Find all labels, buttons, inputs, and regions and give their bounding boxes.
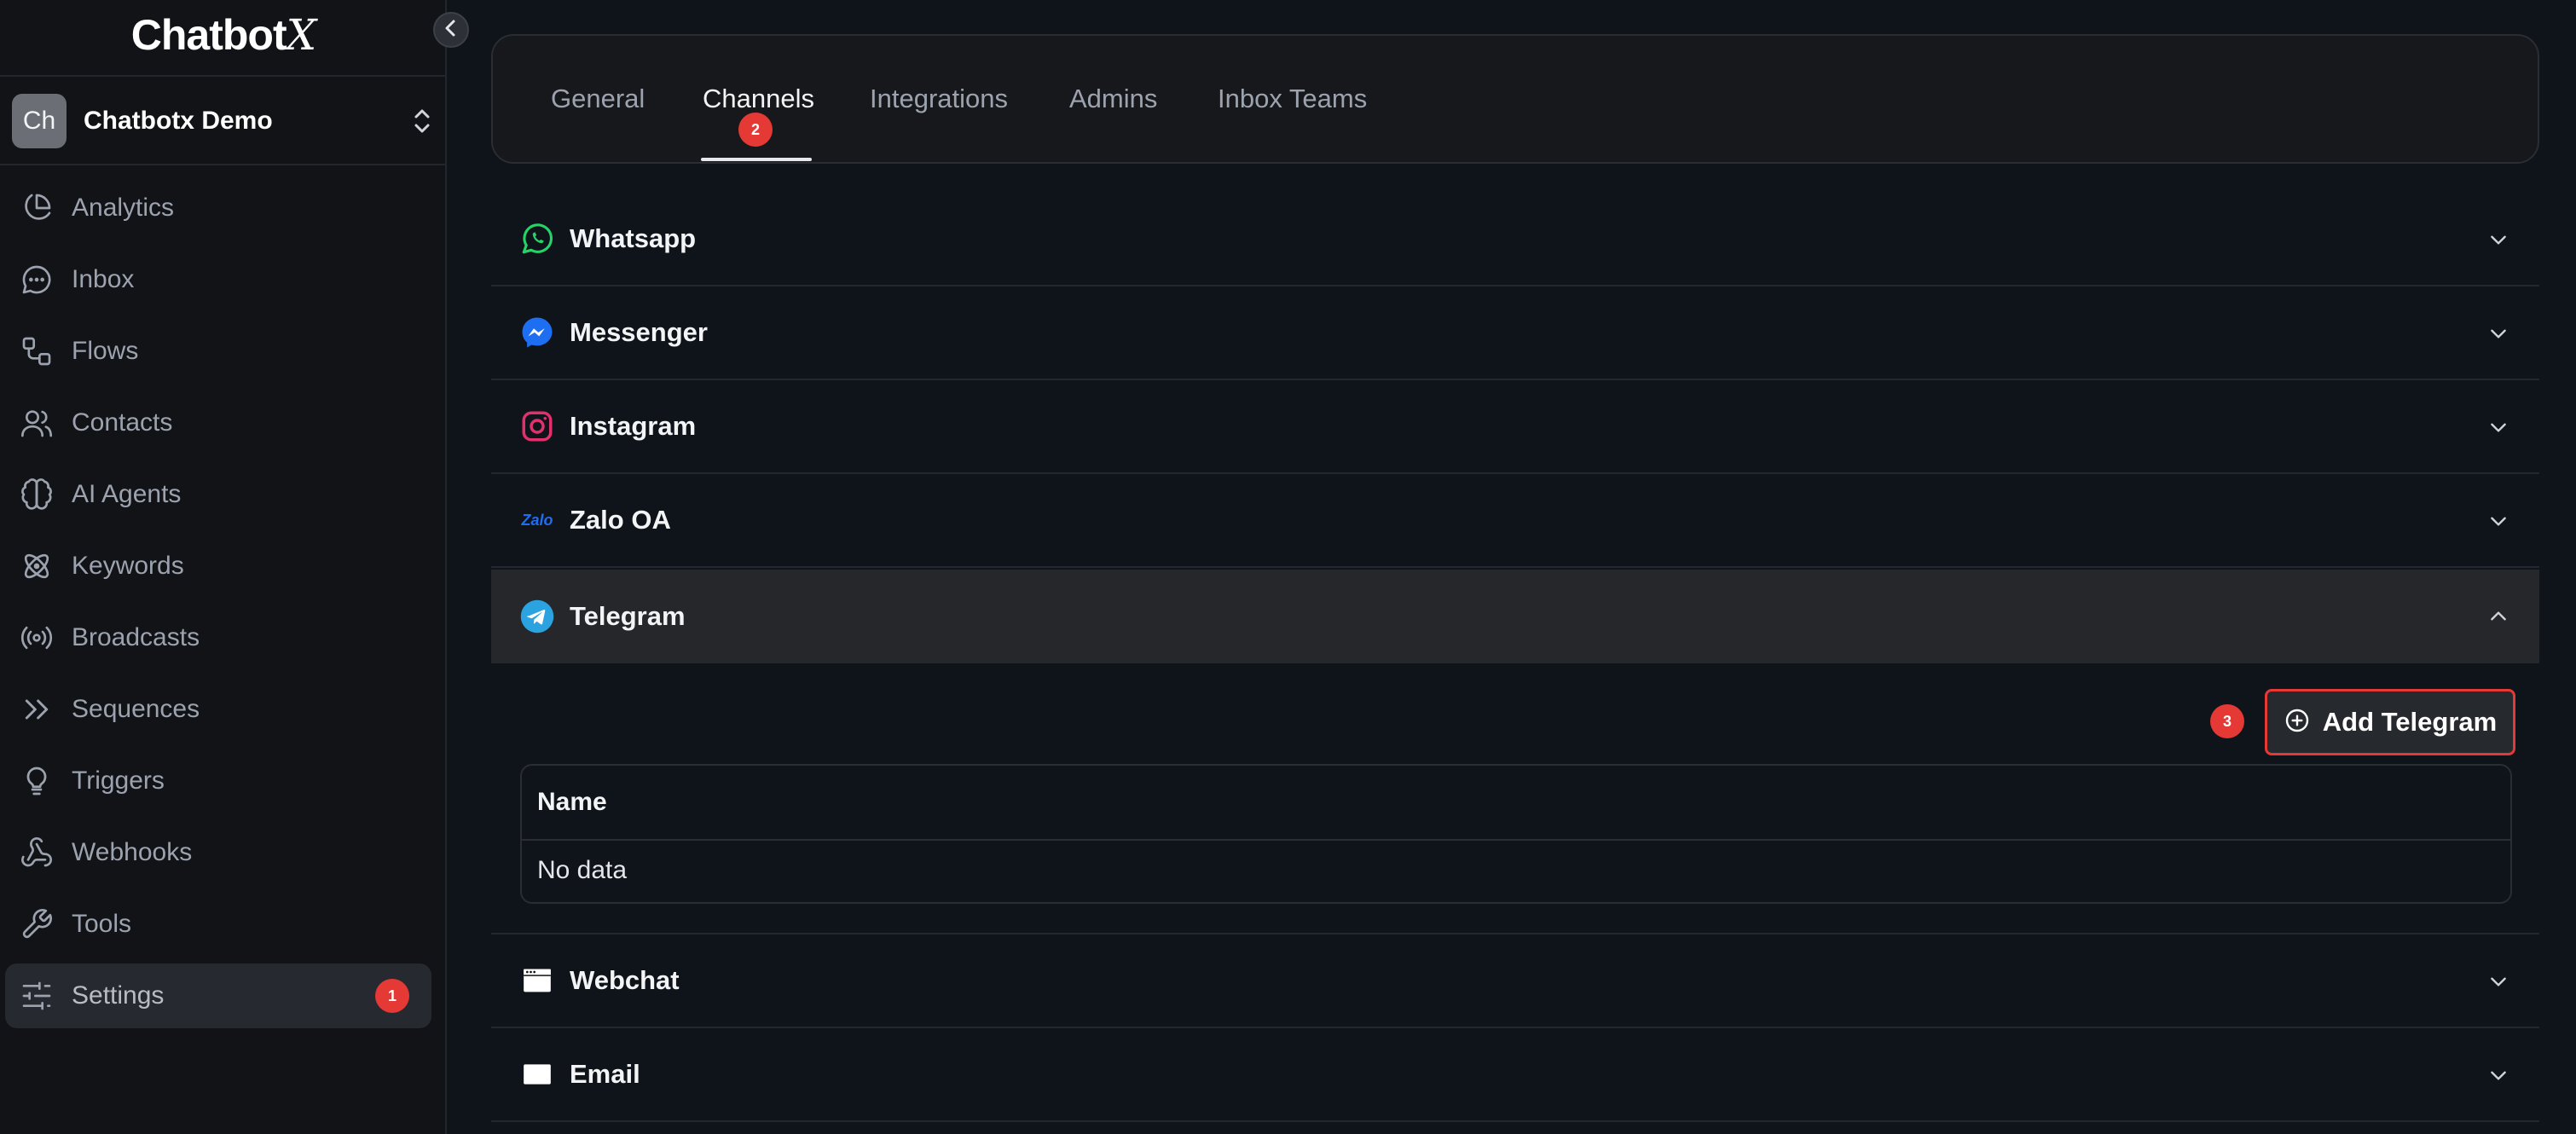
channel-label: Messenger [570, 317, 708, 347]
app-logo[interactable]: ChatbotX [0, 10, 447, 60]
tab-channels[interactable]: Channels [703, 84, 814, 114]
instagram-icon [518, 408, 556, 445]
collapse-sidebar-button[interactable] [433, 12, 469, 48]
sidebar-item-contacts[interactable]: Contacts [5, 391, 431, 455]
channel-label: Instagram [570, 411, 697, 441]
sidebar-item-broadcasts[interactable]: Broadcasts [5, 605, 431, 670]
sidebar-item-flows[interactable]: Flows [5, 319, 431, 384]
step-badge: 3 [2210, 704, 2244, 738]
divider [0, 164, 447, 165]
channel-label: Zalo OA [570, 505, 671, 535]
sidebar-item-triggers[interactable]: Triggers [5, 749, 431, 813]
chevron-up-icon [2483, 601, 2514, 632]
plus-circle-icon [2284, 707, 2311, 738]
step-badge: 2 [738, 113, 773, 147]
sidebar-item-label: Settings [72, 981, 165, 1010]
chevron-down-icon [2483, 318, 2514, 349]
sliders-icon [19, 978, 55, 1014]
add-telegram-button[interactable]: Add Telegram [2265, 689, 2515, 755]
flow-icon [19, 333, 55, 369]
wrench-icon [19, 906, 55, 942]
table-header-name: Name [537, 788, 607, 816]
tab-admins[interactable]: Admins [1069, 84, 1157, 114]
sidebar-item-sequences[interactable]: Sequences [5, 677, 431, 742]
divider [522, 839, 2510, 841]
settings-tabs: General Channels Integrations Admins Inb… [491, 34, 2539, 164]
channel-label: Whatsapp [570, 223, 697, 253]
channel-label: Webchat [570, 965, 680, 995]
webhook-icon [19, 835, 55, 871]
chevron-down-icon [2483, 412, 2514, 443]
messenger-icon [518, 314, 556, 351]
brain-icon [19, 477, 55, 512]
chevrons-right-icon [19, 691, 55, 727]
broadcast-icon [19, 620, 55, 656]
workspace-name: Chatbotx Demo [84, 107, 273, 135]
sidebar-nav: Analytics Inbox Flows Contacts AI Agents… [5, 176, 431, 1035]
tab-inbox-teams[interactable]: Inbox Teams [1218, 84, 1367, 114]
sidebar-item-label: Keywords [72, 552, 184, 580]
channel-row-email[interactable]: Email [491, 1028, 2539, 1122]
telegram-table: Name No data [520, 764, 2512, 904]
sidebar-item-label: Broadcasts [72, 623, 200, 651]
chevron-down-icon [2483, 224, 2514, 255]
channel-row-messenger[interactable]: Messenger [491, 286, 2539, 380]
add-telegram-label: Add Telegram [2322, 707, 2498, 737]
sidebar-item-label: Sequences [72, 695, 200, 723]
sidebar-item-ai-agents[interactable]: AI Agents [5, 462, 431, 527]
lightbulb-icon [19, 763, 55, 799]
chevron-down-icon [2483, 506, 2514, 536]
step-badge: 1 [375, 979, 409, 1013]
sidebar-item-label: Webhooks [72, 838, 193, 866]
chat-bubble-icon [19, 262, 55, 298]
channel-row-telegram[interactable]: Telegram [491, 570, 2539, 663]
sidebar-item-label: Triggers [72, 767, 165, 795]
atom-icon [19, 548, 55, 584]
sidebar-item-inbox[interactable]: Inbox [5, 247, 431, 312]
chevrons-up-down-icon [409, 104, 435, 138]
empty-state: No data [537, 856, 628, 884]
workspace-avatar: Ch [12, 94, 67, 148]
email-icon [518, 1056, 556, 1093]
sidebar-item-analytics[interactable]: Analytics [5, 176, 431, 240]
sidebar-item-webhooks[interactable]: Webhooks [5, 820, 431, 885]
telegram-icon [518, 598, 556, 635]
channel-row-instagram[interactable]: Instagram [491, 380, 2539, 474]
channel-row-webchat[interactable]: Webchat [491, 934, 2539, 1028]
pie-chart-icon [19, 190, 55, 226]
sidebar-item-settings[interactable]: Settings 1 [5, 963, 431, 1028]
chevron-down-icon [2483, 1060, 2514, 1091]
workspace-switcher[interactable]: Ch Chatbotx Demo [12, 92, 435, 150]
whatsapp-icon [518, 220, 556, 257]
chevron-left-icon [443, 18, 460, 43]
sidebar-item-label: Flows [72, 337, 139, 365]
channel-row-zalo-oa[interactable]: Zalo Zalo OA [491, 474, 2539, 568]
sidebar: ChatbotX Ch Chatbotx Demo Analytics Inbo… [0, 0, 447, 1134]
sidebar-item-label: Analytics [72, 194, 175, 222]
sidebar-item-label: Inbox [72, 265, 135, 293]
tab-general[interactable]: General [551, 84, 645, 114]
tab-integrations[interactable]: Integrations [870, 84, 1008, 114]
channel-label: Email [570, 1059, 640, 1089]
channel-label: Telegram [570, 601, 686, 631]
users-icon [19, 405, 55, 441]
sidebar-item-keywords[interactable]: Keywords [5, 534, 431, 599]
divider [0, 75, 447, 77]
sidebar-item-label: AI Agents [72, 480, 182, 508]
zalo-icon: Zalo [521, 511, 553, 529]
sidebar-item-label: Contacts [72, 408, 173, 437]
chevron-down-icon [2483, 966, 2514, 997]
browser-window-icon [518, 962, 556, 999]
channel-row-whatsapp[interactable]: Whatsapp [491, 193, 2539, 286]
sidebar-item-label: Tools [72, 910, 132, 938]
sidebar-item-tools[interactable]: Tools [5, 892, 431, 957]
active-tab-indicator [701, 158, 812, 161]
